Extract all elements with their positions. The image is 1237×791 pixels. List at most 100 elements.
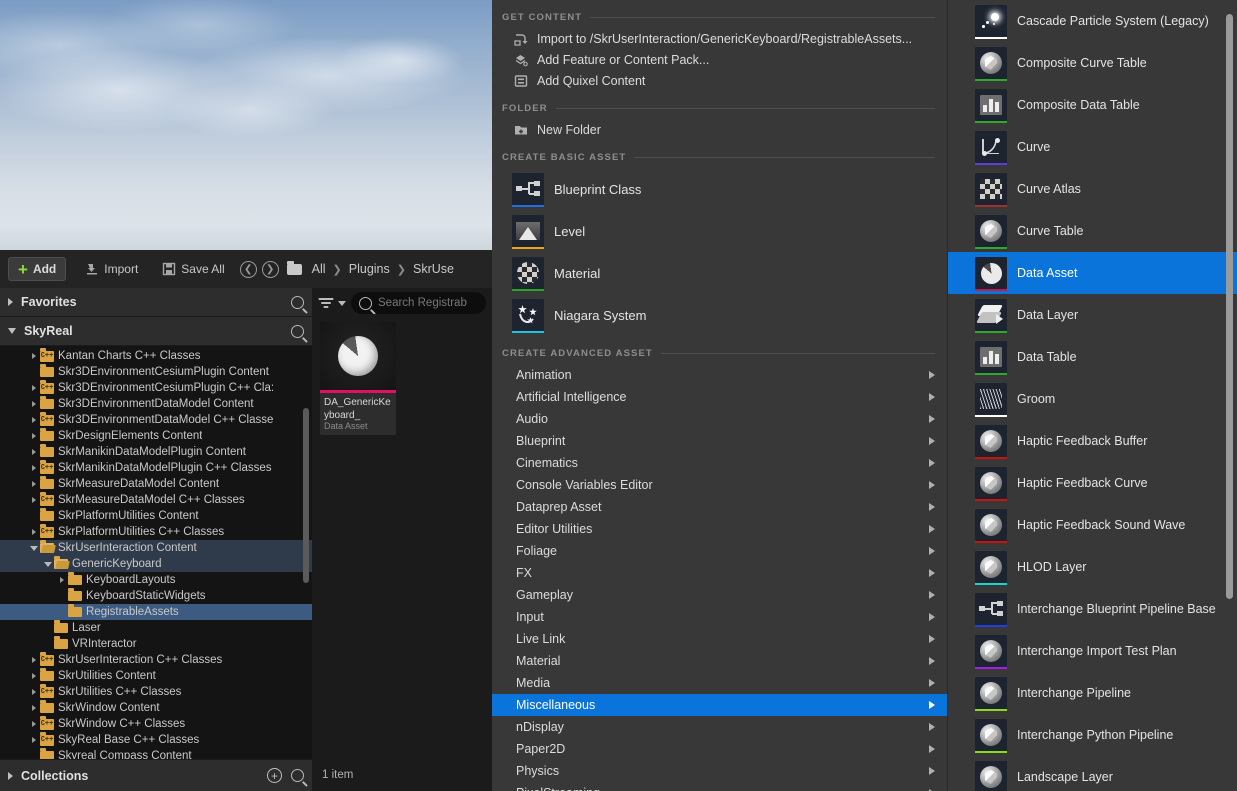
- advanced-asset-item[interactable]: Paper2D: [492, 738, 947, 760]
- chevron-right-icon[interactable]: [28, 353, 40, 359]
- favorites-header[interactable]: Favorites: [0, 288, 312, 317]
- nav-forward-button[interactable]: ❯: [261, 260, 279, 278]
- import-button[interactable]: Import: [76, 257, 147, 281]
- breadcrumb-plugins[interactable]: Plugins: [344, 262, 395, 276]
- submenu-item[interactable]: Haptic Feedback Buffer: [948, 420, 1237, 462]
- advanced-asset-item[interactable]: PixelStreaming: [492, 782, 947, 791]
- submenu-item[interactable]: Cascade Particle System (Legacy): [948, 0, 1237, 42]
- advanced-asset-item[interactable]: Cinematics: [492, 452, 947, 474]
- tree-item[interactable]: VRInteractor: [0, 636, 312, 652]
- chevron-right-icon[interactable]: [28, 481, 40, 487]
- submenu-item[interactable]: Data Asset: [948, 252, 1237, 294]
- search-icon[interactable]: [291, 769, 304, 782]
- chevron-right-icon[interactable]: [28, 529, 40, 535]
- basic-asset-item[interactable]: Material: [492, 252, 947, 294]
- chevron-right-icon[interactable]: [28, 705, 40, 711]
- source-tree[interactable]: C++ Kantan Charts C++ Classes Skr3DEnviron…: [0, 346, 312, 764]
- submenu-item[interactable]: Curve: [948, 126, 1237, 168]
- tree-item[interactable]: Skr3DEnvironmentCesiumPlugin Content: [0, 364, 312, 380]
- folder-item[interactable]: New Folder: [492, 119, 947, 140]
- save-all-button[interactable]: Save All: [153, 257, 233, 281]
- submenu-item[interactable]: Composite Data Table: [948, 84, 1237, 126]
- chevron-right-icon[interactable]: [28, 465, 40, 471]
- chevron-right-icon[interactable]: [28, 657, 40, 663]
- tree-item[interactable]: SkrUserInteraction Content: [0, 540, 312, 556]
- tree-item[interactable]: KeyboardLayouts: [0, 572, 312, 588]
- chevron-right-icon[interactable]: [28, 401, 40, 407]
- chevron-down-icon[interactable]: [338, 300, 346, 306]
- tree-item[interactable]: C++ SkrUserInteraction C++ Classes: [0, 651, 312, 668]
- chevron-right-icon[interactable]: [28, 673, 40, 679]
- basic-asset-item[interactable]: Blueprint Class: [492, 168, 947, 210]
- chevron-right-icon[interactable]: [56, 577, 68, 583]
- submenu-item[interactable]: Interchange Python Pipeline: [948, 714, 1237, 756]
- chevron-right-icon[interactable]: [28, 417, 40, 423]
- advanced-asset-item[interactable]: nDisplay: [492, 716, 947, 738]
- add-collection-icon[interactable]: +: [267, 768, 282, 783]
- basic-asset-item[interactable]: Level: [492, 210, 947, 252]
- submenu-item[interactable]: Data Layer: [948, 294, 1237, 336]
- advanced-asset-item[interactable]: Console Variables Editor: [492, 474, 947, 496]
- advanced-asset-item[interactable]: Miscellaneous: [492, 694, 947, 716]
- tree-scrollbar[interactable]: [303, 408, 309, 583]
- submenu-item[interactable]: Haptic Feedback Sound Wave: [948, 504, 1237, 546]
- get-content-item[interactable]: Add Feature or Content Pack...: [492, 49, 947, 70]
- chevron-right-icon[interactable]: [28, 721, 40, 727]
- tree-item[interactable]: SkrWindow Content: [0, 700, 312, 716]
- submenu-item[interactable]: Interchange Pipeline: [948, 672, 1237, 714]
- skyreal-header[interactable]: SkyReal: [0, 317, 312, 346]
- submenu-item[interactable]: Curve Table: [948, 210, 1237, 252]
- tree-item[interactable]: C++ Kantan Charts C++ Classes: [0, 347, 312, 364]
- advanced-asset-item[interactable]: FX: [492, 562, 947, 584]
- advanced-asset-item[interactable]: Input: [492, 606, 947, 628]
- chevron-down-icon[interactable]: [42, 561, 54, 567]
- chevron-right-icon[interactable]: [28, 497, 40, 503]
- basic-asset-item[interactable]: Niagara System: [492, 294, 947, 336]
- tree-item[interactable]: SkrMeasureDataModel Content: [0, 476, 312, 492]
- filter-icon[interactable]: [318, 297, 333, 310]
- submenu-item[interactable]: Interchange Blueprint Pipeline Base: [948, 588, 1237, 630]
- tree-item[interactable]: C++ SkrMeasureDataModel C++ Classes: [0, 491, 312, 508]
- collections-header[interactable]: Collections +: [0, 759, 312, 791]
- submenu-item[interactable]: Composite Curve Table: [948, 42, 1237, 84]
- level-viewport[interactable]: [0, 0, 492, 250]
- advanced-asset-item[interactable]: Gameplay: [492, 584, 947, 606]
- search-input[interactable]: Search Registrab: [351, 292, 486, 314]
- search-icon[interactable]: [291, 295, 304, 309]
- submenu-scrollbar[interactable]: [1226, 14, 1233, 599]
- tree-item[interactable]: Skr3DEnvironmentDataModel Content: [0, 396, 312, 412]
- search-icon[interactable]: [291, 324, 304, 338]
- tree-item[interactable]: KeyboardStaticWidgets: [0, 588, 312, 604]
- get-content-item[interactable]: Import to /SkrUserInteraction/GenericKey…: [492, 28, 947, 49]
- chevron-right-icon[interactable]: [28, 737, 40, 743]
- tree-item[interactable]: C++ SkrWindow C++ Classes: [0, 715, 312, 732]
- tree-item[interactable]: RegistrableAssets: [0, 604, 312, 620]
- tree-item[interactable]: SkrPlatformUtilities Content: [0, 508, 312, 524]
- advanced-asset-item[interactable]: Animation: [492, 364, 947, 386]
- get-content-item[interactable]: Add Quixel Content: [492, 70, 947, 91]
- advanced-asset-item[interactable]: Live Link: [492, 628, 947, 650]
- chevron-right-icon[interactable]: [28, 433, 40, 439]
- advanced-asset-item[interactable]: Artificial Intelligence: [492, 386, 947, 408]
- tree-item[interactable]: C++ SkrPlatformUtilities C++ Classes: [0, 523, 312, 540]
- submenu-item[interactable]: Groom: [948, 378, 1237, 420]
- chevron-right-icon[interactable]: [28, 689, 40, 695]
- advanced-asset-item[interactable]: Physics: [492, 760, 947, 782]
- breadcrumb-skruse[interactable]: SkrUse: [408, 262, 459, 276]
- tree-item[interactable]: SkrDesignElements Content: [0, 428, 312, 444]
- submenu-item[interactable]: HLOD Layer: [948, 546, 1237, 588]
- chevron-down-icon[interactable]: [28, 545, 40, 551]
- chevron-right-icon[interactable]: [28, 385, 40, 391]
- asset-tile[interactable]: DA_GenericKeyboard_ Data Asset: [320, 322, 396, 435]
- tree-item[interactable]: C++ SkrUtilities C++ Classes: [0, 683, 312, 700]
- advanced-asset-item[interactable]: Blueprint: [492, 430, 947, 452]
- tree-item[interactable]: C++ Skr3DEnvironmentCesiumPlugin C++ Cla:: [0, 379, 312, 396]
- chevron-right-icon[interactable]: [28, 449, 40, 455]
- submenu-item[interactable]: Curve Atlas: [948, 168, 1237, 210]
- advanced-asset-item[interactable]: Audio: [492, 408, 947, 430]
- submenu-item[interactable]: Landscape Layer: [948, 756, 1237, 791]
- tree-item[interactable]: C++ SkyReal Base C++ Classes: [0, 731, 312, 748]
- submenu-item[interactable]: Data Table: [948, 336, 1237, 378]
- tree-item[interactable]: SkrManikinDataModelPlugin Content: [0, 444, 312, 460]
- advanced-asset-item[interactable]: Foliage: [492, 540, 947, 562]
